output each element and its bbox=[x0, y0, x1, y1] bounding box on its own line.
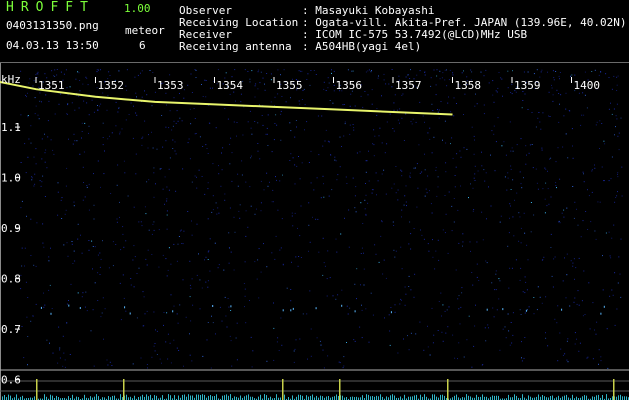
x-tick-label: 1356 bbox=[336, 79, 363, 92]
x-tick-label: 1354 bbox=[217, 79, 244, 92]
hrofft-screen: HROFFT 1.00 0403131350.png meteor 04.03.… bbox=[0, 0, 629, 400]
x-tick-label: 1359 bbox=[514, 79, 541, 92]
file-name: 0403131350.png bbox=[6, 19, 99, 32]
x-tick-label: 1400 bbox=[574, 79, 601, 92]
x-tick-label: 1351 bbox=[38, 79, 65, 92]
antenna-label: Receiving antenna bbox=[179, 40, 292, 53]
record-datetime: 04.03.13 13:50 bbox=[6, 39, 99, 52]
noise-layer bbox=[20, 69, 623, 369]
app-title: HROFFT bbox=[6, 0, 95, 15]
y-axis-unit: kHz bbox=[1, 73, 21, 86]
spectrogram-chart: 1351 1352 1353 1354 1355 1356 1357 1358 1359 1400… bbox=[0, 63, 629, 400]
meteor-label: meteor bbox=[125, 24, 165, 37]
x-tick-label: 1357 bbox=[395, 79, 422, 92]
antenna-value: : A504HB(yagi 4el) bbox=[302, 40, 422, 53]
x-tick-label: 1355 bbox=[276, 79, 303, 92]
x-tick-label: 1358 bbox=[455, 79, 482, 92]
app-version: 1.00 bbox=[124, 2, 151, 15]
grid-layer bbox=[0, 63, 629, 400]
baseline-strip bbox=[2, 379, 629, 400]
x-tick-label: 1353 bbox=[157, 79, 184, 92]
x-tick-label: 1352 bbox=[98, 79, 125, 92]
y-tick-label: 1.0 bbox=[1, 172, 21, 185]
meteor-count: 6 bbox=[139, 39, 146, 52]
y-tick-label: 1.1 bbox=[1, 121, 21, 134]
